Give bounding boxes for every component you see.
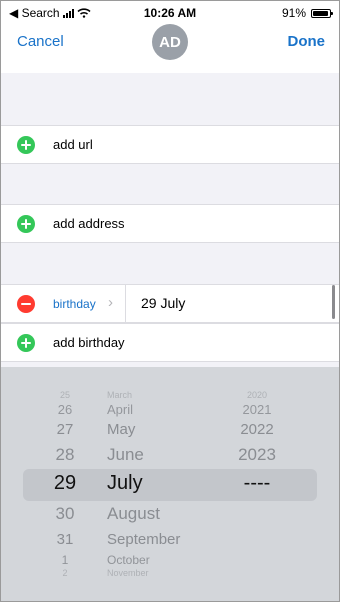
add-url-label: add url [53, 137, 93, 152]
year-option[interactable]: 2020 [227, 390, 287, 400]
day-option[interactable]: 28 [41, 445, 89, 465]
navigation-bar: Cancel AD Done [1, 23, 339, 73]
month-option[interactable]: April [107, 402, 217, 417]
day-wheel[interactable]: 25 26 27 28 29 30 31 1 2 [41, 367, 89, 601]
year-option[interactable]: ---- [227, 472, 287, 495]
month-option[interactable]: March [107, 390, 217, 400]
add-address-row[interactable]: add address [1, 204, 339, 243]
remove-birthday-icon[interactable] [17, 295, 35, 313]
add-url-row[interactable]: add url [1, 125, 339, 164]
month-option[interactable]: October [107, 553, 217, 567]
day-option[interactable]: 29 [41, 472, 89, 495]
add-address-label: add address [53, 216, 125, 231]
day-option[interactable]: 31 [41, 531, 89, 548]
day-option[interactable]: 2 [41, 568, 89, 578]
month-option[interactable]: August [107, 504, 217, 524]
birthday-row: birthday › 29 July [1, 284, 339, 323]
add-birthday-icon[interactable] [17, 334, 35, 352]
avatar[interactable]: AD [152, 24, 188, 60]
month-option[interactable]: September [107, 531, 217, 548]
year-wheel[interactable]: 2020 2021 2022 2023 ---- [227, 367, 287, 601]
status-bar: ◀ Search 10:26 AM 91% [1, 1, 339, 23]
battery-icon [311, 8, 333, 18]
birthday-value[interactable]: 29 July [141, 295, 185, 311]
row-divider [125, 285, 126, 323]
contact-edit-screen: ◀ Search 10:26 AM 91% Cancel AD Done add… [0, 0, 340, 602]
month-option[interactable]: June [107, 445, 217, 465]
add-url-icon[interactable] [17, 136, 35, 154]
year-option[interactable]: 2021 [227, 402, 287, 417]
month-option[interactable]: July [107, 472, 217, 495]
year-option[interactable]: 2023 [227, 445, 287, 465]
done-button[interactable]: Done [288, 33, 326, 50]
year-option[interactable]: 2022 [227, 421, 287, 438]
add-birthday-row[interactable]: add birthday [1, 323, 339, 362]
day-option[interactable]: 25 [41, 390, 89, 400]
add-address-icon[interactable] [17, 215, 35, 233]
month-option[interactable]: May [107, 421, 217, 438]
date-picker[interactable]: 25 26 27 28 29 30 31 1 2 March April May June July Au… [1, 367, 339, 601]
status-right: 91% [281, 6, 333, 20]
cancel-button[interactable]: Cancel [17, 33, 64, 50]
scrollbar[interactable] [332, 285, 335, 319]
add-birthday-label: add birthday [53, 335, 125, 350]
birthday-label-selector[interactable]: birthday [53, 297, 96, 311]
day-option[interactable]: 27 [41, 421, 89, 438]
chevron-right-icon[interactable]: › [108, 294, 113, 311]
battery-fill [313, 10, 328, 16]
month-wheel[interactable]: March April May June July August September Octo… [107, 367, 217, 601]
month-option[interactable]: November [107, 568, 217, 578]
day-option[interactable]: 26 [41, 402, 89, 417]
battery-percentage: 91% [281, 6, 306, 20]
day-option[interactable]: 30 [41, 504, 89, 524]
day-option[interactable]: 1 [41, 553, 89, 567]
